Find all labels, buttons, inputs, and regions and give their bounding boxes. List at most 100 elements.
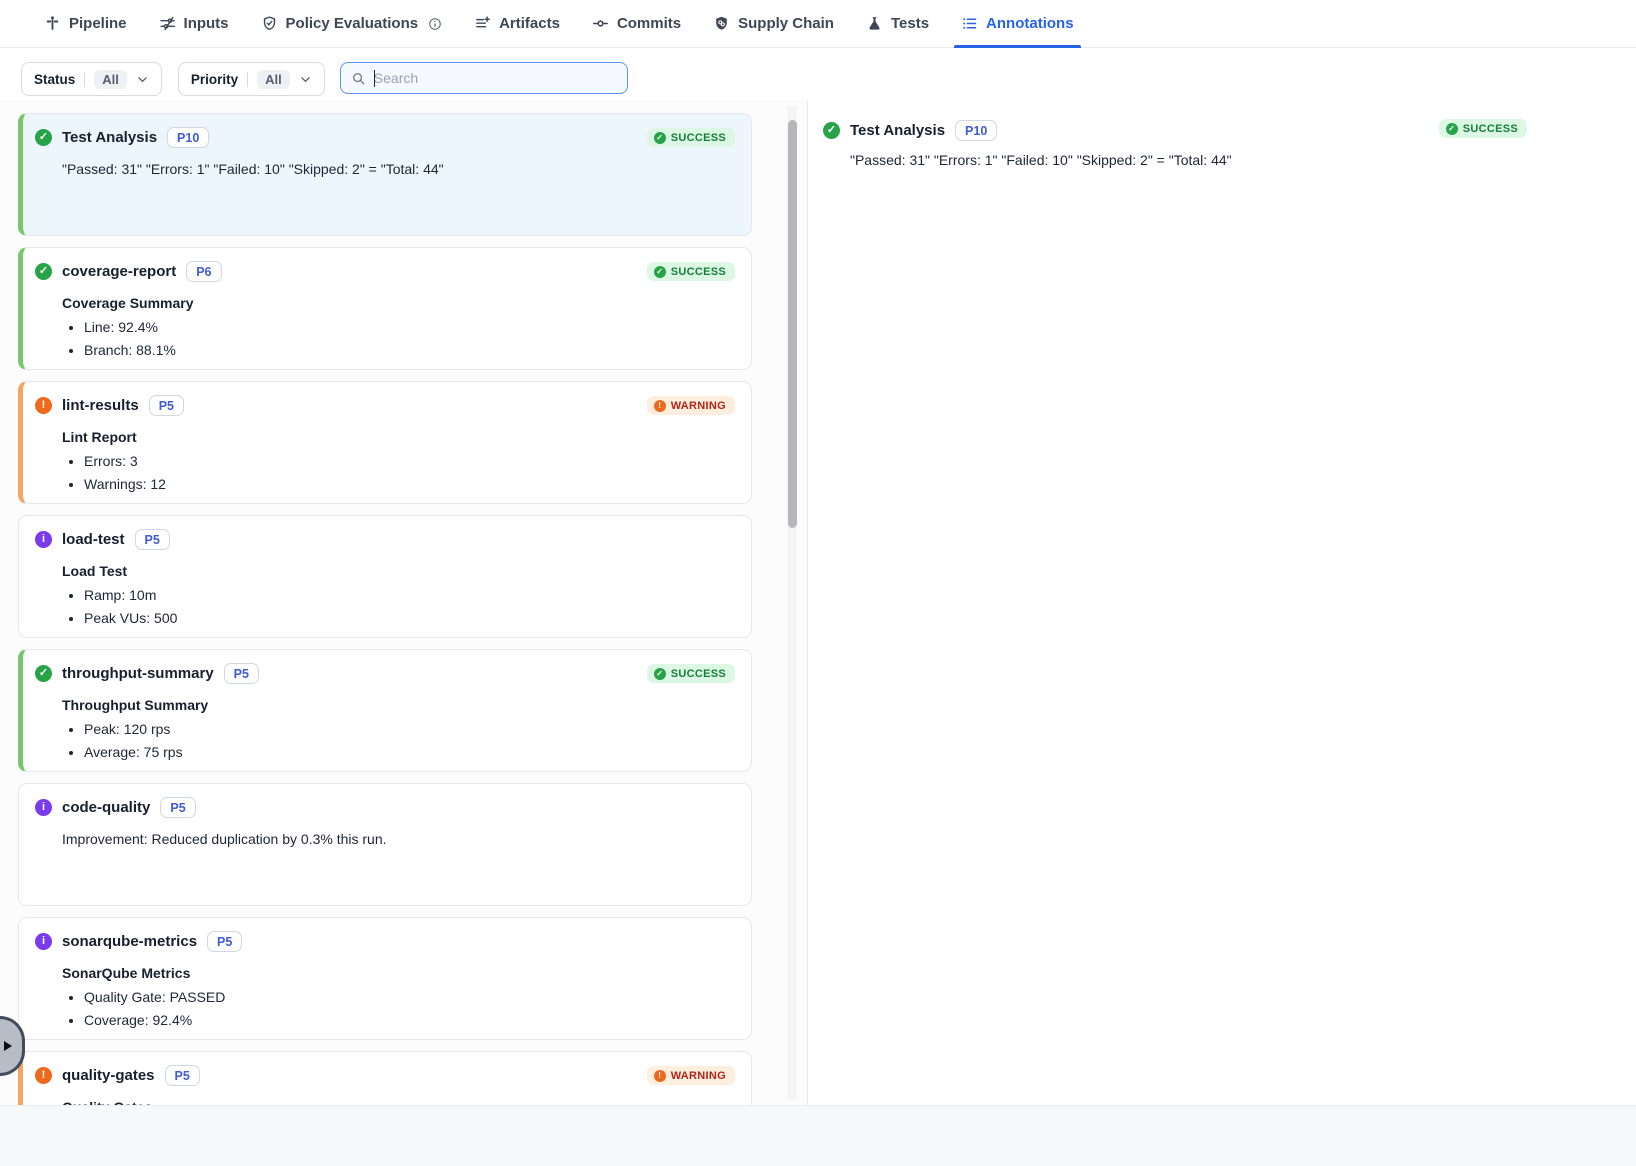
- annotation-card[interactable]: i code-quality P5 Improvement: Reduced d…: [18, 783, 752, 906]
- annotation-title: sonarqube-metrics: [62, 933, 197, 950]
- annotation-title: Test Analysis: [62, 129, 157, 146]
- status-dot: ✓: [35, 263, 52, 280]
- card-header: i load-test P5: [35, 529, 735, 550]
- search-box: [340, 62, 628, 94]
- annotation-bullets: Ramp: 10m Peak VUs: 500: [62, 587, 735, 627]
- tab-label: Supply Chain: [738, 15, 834, 32]
- status-dot: !: [35, 1067, 52, 1084]
- bullet-item: Coverage: 92.4%: [84, 1012, 735, 1029]
- detail-title: Test Analysis: [850, 122, 945, 139]
- status-badge-label: WARNING: [671, 400, 726, 412]
- status-dot: i: [35, 799, 52, 816]
- search-input[interactable]: [374, 70, 617, 86]
- card-body: Coverage Summary Line: 92.4%Branch: 88.1…: [62, 295, 735, 359]
- tab-label: Pipeline: [69, 15, 127, 32]
- annotation-card[interactable]: i sonarqube-metrics P5 SonarQube Metrics…: [18, 917, 752, 1040]
- status-badge-label: SUCCESS: [671, 668, 726, 680]
- priority-badge: P5: [135, 529, 170, 550]
- priority-filter-value: All: [257, 70, 290, 89]
- annotations-content: ✓ Test Analysis P10 ✓ SUCCESS "Passed: 3…: [0, 100, 1636, 1105]
- tab-label: Policy Evaluations: [286, 15, 419, 32]
- success-status-icon: ✓: [823, 122, 840, 139]
- annotation-list: ✓ Test Analysis P10 ✓ SUCCESS "Passed: 3…: [18, 113, 752, 1105]
- info-icon: [428, 17, 442, 31]
- tab-commits[interactable]: Commits: [576, 0, 697, 47]
- tab-inputs[interactable]: Inputs: [143, 0, 245, 47]
- tab-label: Tests: [891, 15, 929, 32]
- bullet-item: Average: 75 rps: [84, 744, 735, 761]
- annotation-heading: SonarQube Metrics: [62, 965, 735, 981]
- check-icon: ✓: [1446, 123, 1458, 135]
- annotation-card[interactable]: ✓ Test Analysis P10 ✓ SUCCESS "Passed: 3…: [18, 113, 752, 236]
- supply-chain-shield-icon: [713, 15, 730, 32]
- bullet-item: Warnings: 12: [84, 476, 735, 493]
- tab-artifacts[interactable]: Artifacts: [458, 0, 576, 47]
- priority-badge: P5: [149, 395, 184, 416]
- search-icon: [351, 71, 366, 86]
- status-filter-value: All: [94, 70, 127, 89]
- annotation-bullets: Line: 92.4%Branch: 88.1%: [62, 319, 735, 359]
- page-bottom-background: [0, 1105, 1636, 1166]
- tab-label: Inputs: [184, 15, 229, 32]
- annotation-card[interactable]: ✓ throughput-summary P5 ✓ SUCCESS Throug…: [18, 649, 752, 772]
- card-header: ✓ throughput-summary P5 ✓ SUCCESS: [35, 663, 735, 684]
- annotation-card[interactable]: ! quality-gates P5 ! WARNING Quality Gat…: [18, 1051, 752, 1105]
- bullet-item: Errors: 3: [84, 453, 735, 470]
- bullet-item: Branch: 88.1%: [84, 342, 735, 359]
- annotation-heading: Coverage Summary: [62, 295, 735, 311]
- status-badge-icon: ✓: [654, 132, 666, 144]
- status-filter-label: Status: [34, 72, 75, 87]
- status-filter-dropdown[interactable]: Status All: [21, 62, 162, 96]
- text-caret: [374, 70, 376, 87]
- inputs-icon: [159, 15, 176, 32]
- annotation-title: lint-results: [62, 397, 139, 414]
- card-header: ! lint-results P5 ! WARNING: [35, 395, 735, 416]
- annotation-title: load-test: [62, 531, 125, 548]
- priority-badge: P5: [165, 1065, 200, 1086]
- status-badge: ! WARNING: [647, 396, 735, 415]
- chevron-down-icon: [136, 73, 149, 86]
- divider: [84, 72, 85, 87]
- card-body: Load Test Ramp: 10m Peak VUs: 500: [62, 563, 735, 627]
- tab-tests[interactable]: Tests: [850, 0, 945, 47]
- annotation-bullets: Peak: 120 rps Average: 75 rps: [62, 721, 735, 761]
- status-badge-icon: !: [654, 400, 666, 412]
- divider: [247, 72, 248, 87]
- status-dot: i: [35, 531, 52, 548]
- card-header: i sonarqube-metrics P5: [35, 931, 735, 952]
- priority-filter-label: Priority: [191, 72, 238, 87]
- status-badge-label: SUCCESS: [671, 266, 726, 278]
- annotations-list-icon: [961, 15, 978, 32]
- filters-bar: Status All Priority All: [0, 48, 1636, 100]
- annotation-detail-panel: ✓ Test Analysis P10 ✓ SUCCESS "Passed: 3…: [808, 100, 1636, 1105]
- bullet-item: Ramp: 10m: [84, 587, 735, 604]
- tab-label: Annotations: [986, 15, 1074, 32]
- annotation-heading: Throughput Summary: [62, 697, 735, 713]
- annotation-heading: Lint Report: [62, 429, 735, 445]
- annotation-card[interactable]: ✓ coverage-report P6 ✓ SUCCESS Coverage …: [18, 247, 752, 370]
- tab-pipeline[interactable]: Pipeline: [28, 0, 143, 47]
- tab-supply-chain[interactable]: Supply Chain: [697, 0, 850, 47]
- priority-badge: P5: [207, 931, 242, 952]
- card-body: SonarQube Metrics Quality Gate: PASSEDCo…: [62, 965, 735, 1029]
- list-scrollbar-thumb[interactable]: [788, 120, 797, 528]
- bullet-item: Peak: 120 rps: [84, 721, 735, 738]
- status-dot: i: [35, 933, 52, 950]
- annotation-card[interactable]: i load-test P5 Load Test Ramp: 10m Peak V…: [18, 515, 752, 638]
- card-body: Improvement: Reduced duplication by 0.3%…: [62, 831, 735, 847]
- annotation-title: code-quality: [62, 799, 150, 816]
- status-dot: ✓: [35, 129, 52, 146]
- annotation-heading: Load Test: [62, 563, 735, 579]
- annotation-title: throughput-summary: [62, 665, 214, 682]
- status-badge: ✓ SUCCESS: [647, 128, 735, 147]
- bullet-item: Peak VUs: 500: [84, 610, 735, 627]
- tab-policy-evaluations[interactable]: Policy Evaluations: [245, 0, 459, 47]
- detail-body-text: "Passed: 31" "Errors: 1" "Failed: 10" "S…: [850, 152, 1636, 168]
- annotation-card[interactable]: ! lint-results P5 ! WARNING Lint Report …: [18, 381, 752, 504]
- pipeline-tab-bar: Pipeline Inputs Policy Evaluations Artif…: [0, 0, 1636, 48]
- annotation-text: Improvement: Reduced duplication by 0.3%…: [62, 831, 735, 847]
- policy-shield-icon: [261, 15, 278, 32]
- priority-filter-dropdown[interactable]: Priority All: [178, 62, 325, 96]
- tab-annotations[interactable]: Annotations: [945, 0, 1090, 47]
- status-badge: ✓ SUCCESS: [1439, 119, 1527, 138]
